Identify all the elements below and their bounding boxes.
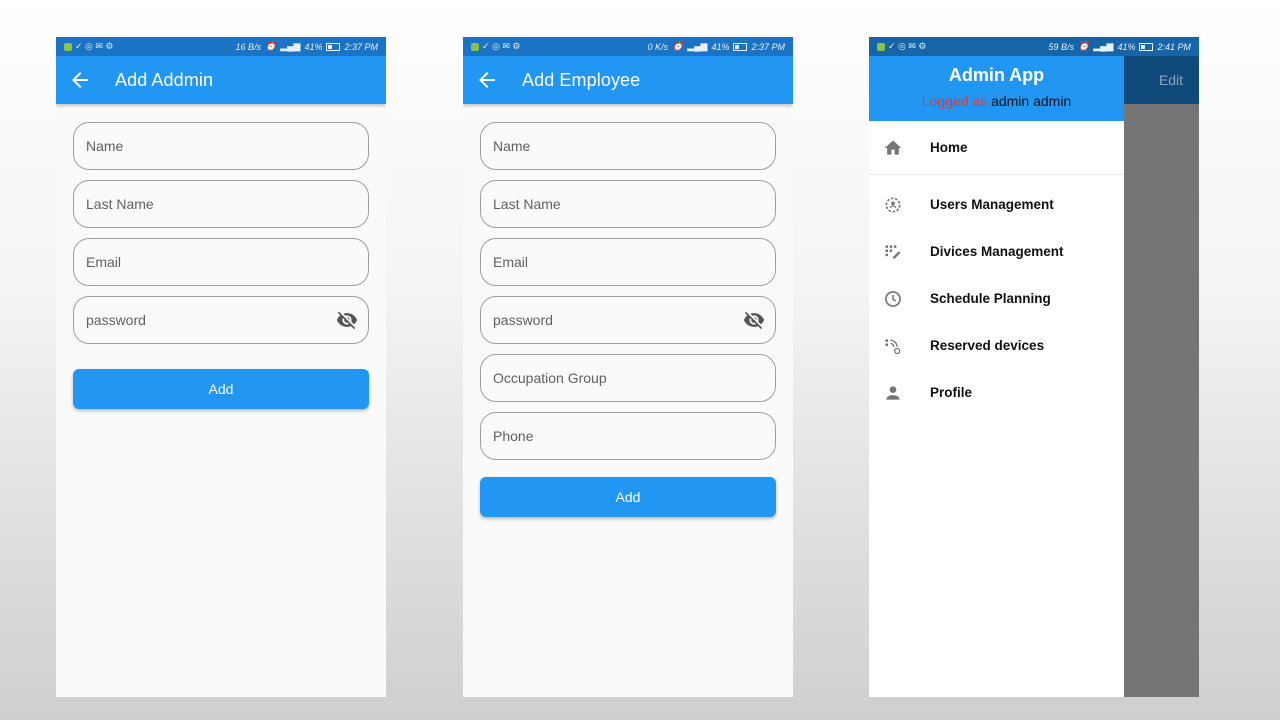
notification-icons: ✓ ◎ ✉ ⚙ <box>877 41 927 52</box>
add-button[interactable]: Add <box>480 477 776 517</box>
drawer-title: Admin App <box>948 65 1045 85</box>
drawer-item-label: Profile <box>930 385 973 400</box>
user-name: admin admin <box>991 93 1072 109</box>
alarm-icon: ⏰ <box>265 41 277 51</box>
battery-icon <box>326 42 341 51</box>
drawer-item-label: Users Management <box>930 197 1054 212</box>
drawer-item-profile[interactable]: Profile <box>869 369 1124 416</box>
add-employee-screen: ✓ ◎ ✉ ⚙ 0 K/s ⏰ ▂▄▆ 41% 2:37 PM Add Empl… <box>463 37 793 697</box>
signal-icon: ▂▄▆ <box>1093 41 1114 51</box>
network-speed: 16 B/s <box>235 41 261 52</box>
status-bar: ✓ ◎ ✉ ⚙ 0 K/s ⏰ ▂▄▆ 41% 2:37 PM <box>463 37 793 56</box>
name-field[interactable] <box>73 122 369 170</box>
visibility-off-icon[interactable] <box>743 309 765 331</box>
last-name-field[interactable] <box>480 180 776 228</box>
notification-icons: ✓ ◎ ✉ ⚙ <box>471 41 521 52</box>
phone-input[interactable] <box>491 427 765 445</box>
app-bar: Add Addmin <box>56 56 386 104</box>
occupation-group-input[interactable] <box>491 369 765 387</box>
page-title: Add Employee <box>522 69 641 90</box>
back-arrow-icon[interactable] <box>68 68 92 92</box>
navigation-drawer: Admin App Logged as admin admin Home Use… <box>869 37 1124 697</box>
signal-icon: ▂▄▆ <box>280 41 301 51</box>
home-icon <box>884 140 902 155</box>
phone-field[interactable] <box>480 412 776 460</box>
drawer-item-label: Reserved devices <box>930 338 1045 353</box>
drawer-item-label: Home <box>930 140 968 155</box>
clock-icon <box>885 290 901 307</box>
logged-as-label: Logged as <box>921 93 988 109</box>
password-field[interactable] <box>480 296 776 344</box>
devices-icon <box>885 244 901 259</box>
drawer-item-label: Divices Management <box>930 244 1064 259</box>
add-admin-screen: ✓ ◎ ✉ ⚙ 16 B/s ⏰ ▂▄▆ 41% 2:37 PM Add Add… <box>56 37 386 697</box>
occupation-group-field[interactable] <box>480 354 776 402</box>
network-speed: 0 K/s <box>647 41 668 52</box>
clock-time: 2:37 PM <box>344 41 378 52</box>
clock-time: 2:37 PM <box>751 41 785 52</box>
last-name-field[interactable] <box>73 180 369 228</box>
name-field[interactable] <box>480 122 776 170</box>
status-bar: ✓ ◎ ✉ ⚙ 59 B/s ⏰ ▂▄▆ 41% 2:41 PM <box>869 37 1199 56</box>
password-input[interactable] <box>84 311 336 329</box>
drawer-item-home[interactable]: Home <box>869 121 1124 175</box>
person-icon <box>886 385 900 400</box>
battery-icon <box>1139 42 1154 51</box>
last-name-input[interactable] <box>491 195 765 213</box>
drawer-header: Admin App Logged as admin admin <box>869 56 1124 121</box>
email-input[interactable] <box>84 253 358 271</box>
app-bar: Add Employee <box>463 56 793 104</box>
password-input[interactable] <box>491 311 743 329</box>
email-field[interactable] <box>480 238 776 286</box>
users-gear-icon <box>885 197 901 212</box>
reserved-devices-icon <box>885 338 901 354</box>
visibility-off-icon[interactable] <box>336 309 358 331</box>
battery-icon <box>733 42 748 51</box>
add-employee-form: Add <box>480 122 776 517</box>
drawer-item-users-management[interactable]: Users Management <box>869 181 1124 228</box>
navigation-drawer-screen: ✓ ◎ ✉ ⚙ 59 B/s ⏰ ▂▄▆ 41% 2:41 PM Edit Ad… <box>869 37 1199 697</box>
clock-time: 2:41 PM <box>1157 41 1191 52</box>
alarm-icon: ⏰ <box>672 41 684 51</box>
password-field[interactable] <box>73 296 369 344</box>
name-input[interactable] <box>491 137 765 155</box>
alarm-icon: ⏰ <box>1078 41 1090 51</box>
battery-percent: 41% <box>1117 41 1136 52</box>
last-name-input[interactable] <box>84 195 358 213</box>
status-bar: ✓ ◎ ✉ ⚙ 16 B/s ⏰ ▂▄▆ 41% 2:37 PM <box>56 37 386 56</box>
drawer-item-schedule-planning[interactable]: Schedule Planning <box>869 275 1124 322</box>
drawer-item-devices-management[interactable]: Divices Management <box>869 228 1124 275</box>
email-input[interactable] <box>491 253 765 271</box>
drawer-menu: Home Users Management Divices Management… <box>869 121 1124 416</box>
back-arrow-icon[interactable] <box>475 68 499 92</box>
add-button[interactable]: Add <box>73 369 369 409</box>
name-input[interactable] <box>84 137 358 155</box>
battery-percent: 41% <box>304 41 323 52</box>
drawer-item-reserved-devices[interactable]: Reserved devices <box>869 322 1124 369</box>
signal-icon: ▂▄▆ <box>687 41 708 51</box>
drawer-item-label: Schedule Planning <box>930 291 1051 306</box>
network-speed: 59 B/s <box>1048 41 1074 52</box>
email-field[interactable] <box>73 238 369 286</box>
edit-button[interactable]: Edit <box>1159 72 1183 88</box>
page-title: Add Addmin <box>115 69 214 90</box>
logged-in-user: Logged as admin admin <box>869 93 1124 109</box>
battery-percent: 41% <box>711 41 730 52</box>
notification-icons: ✓ ◎ ✉ ⚙ <box>64 41 114 52</box>
add-admin-form: Add <box>73 122 369 409</box>
